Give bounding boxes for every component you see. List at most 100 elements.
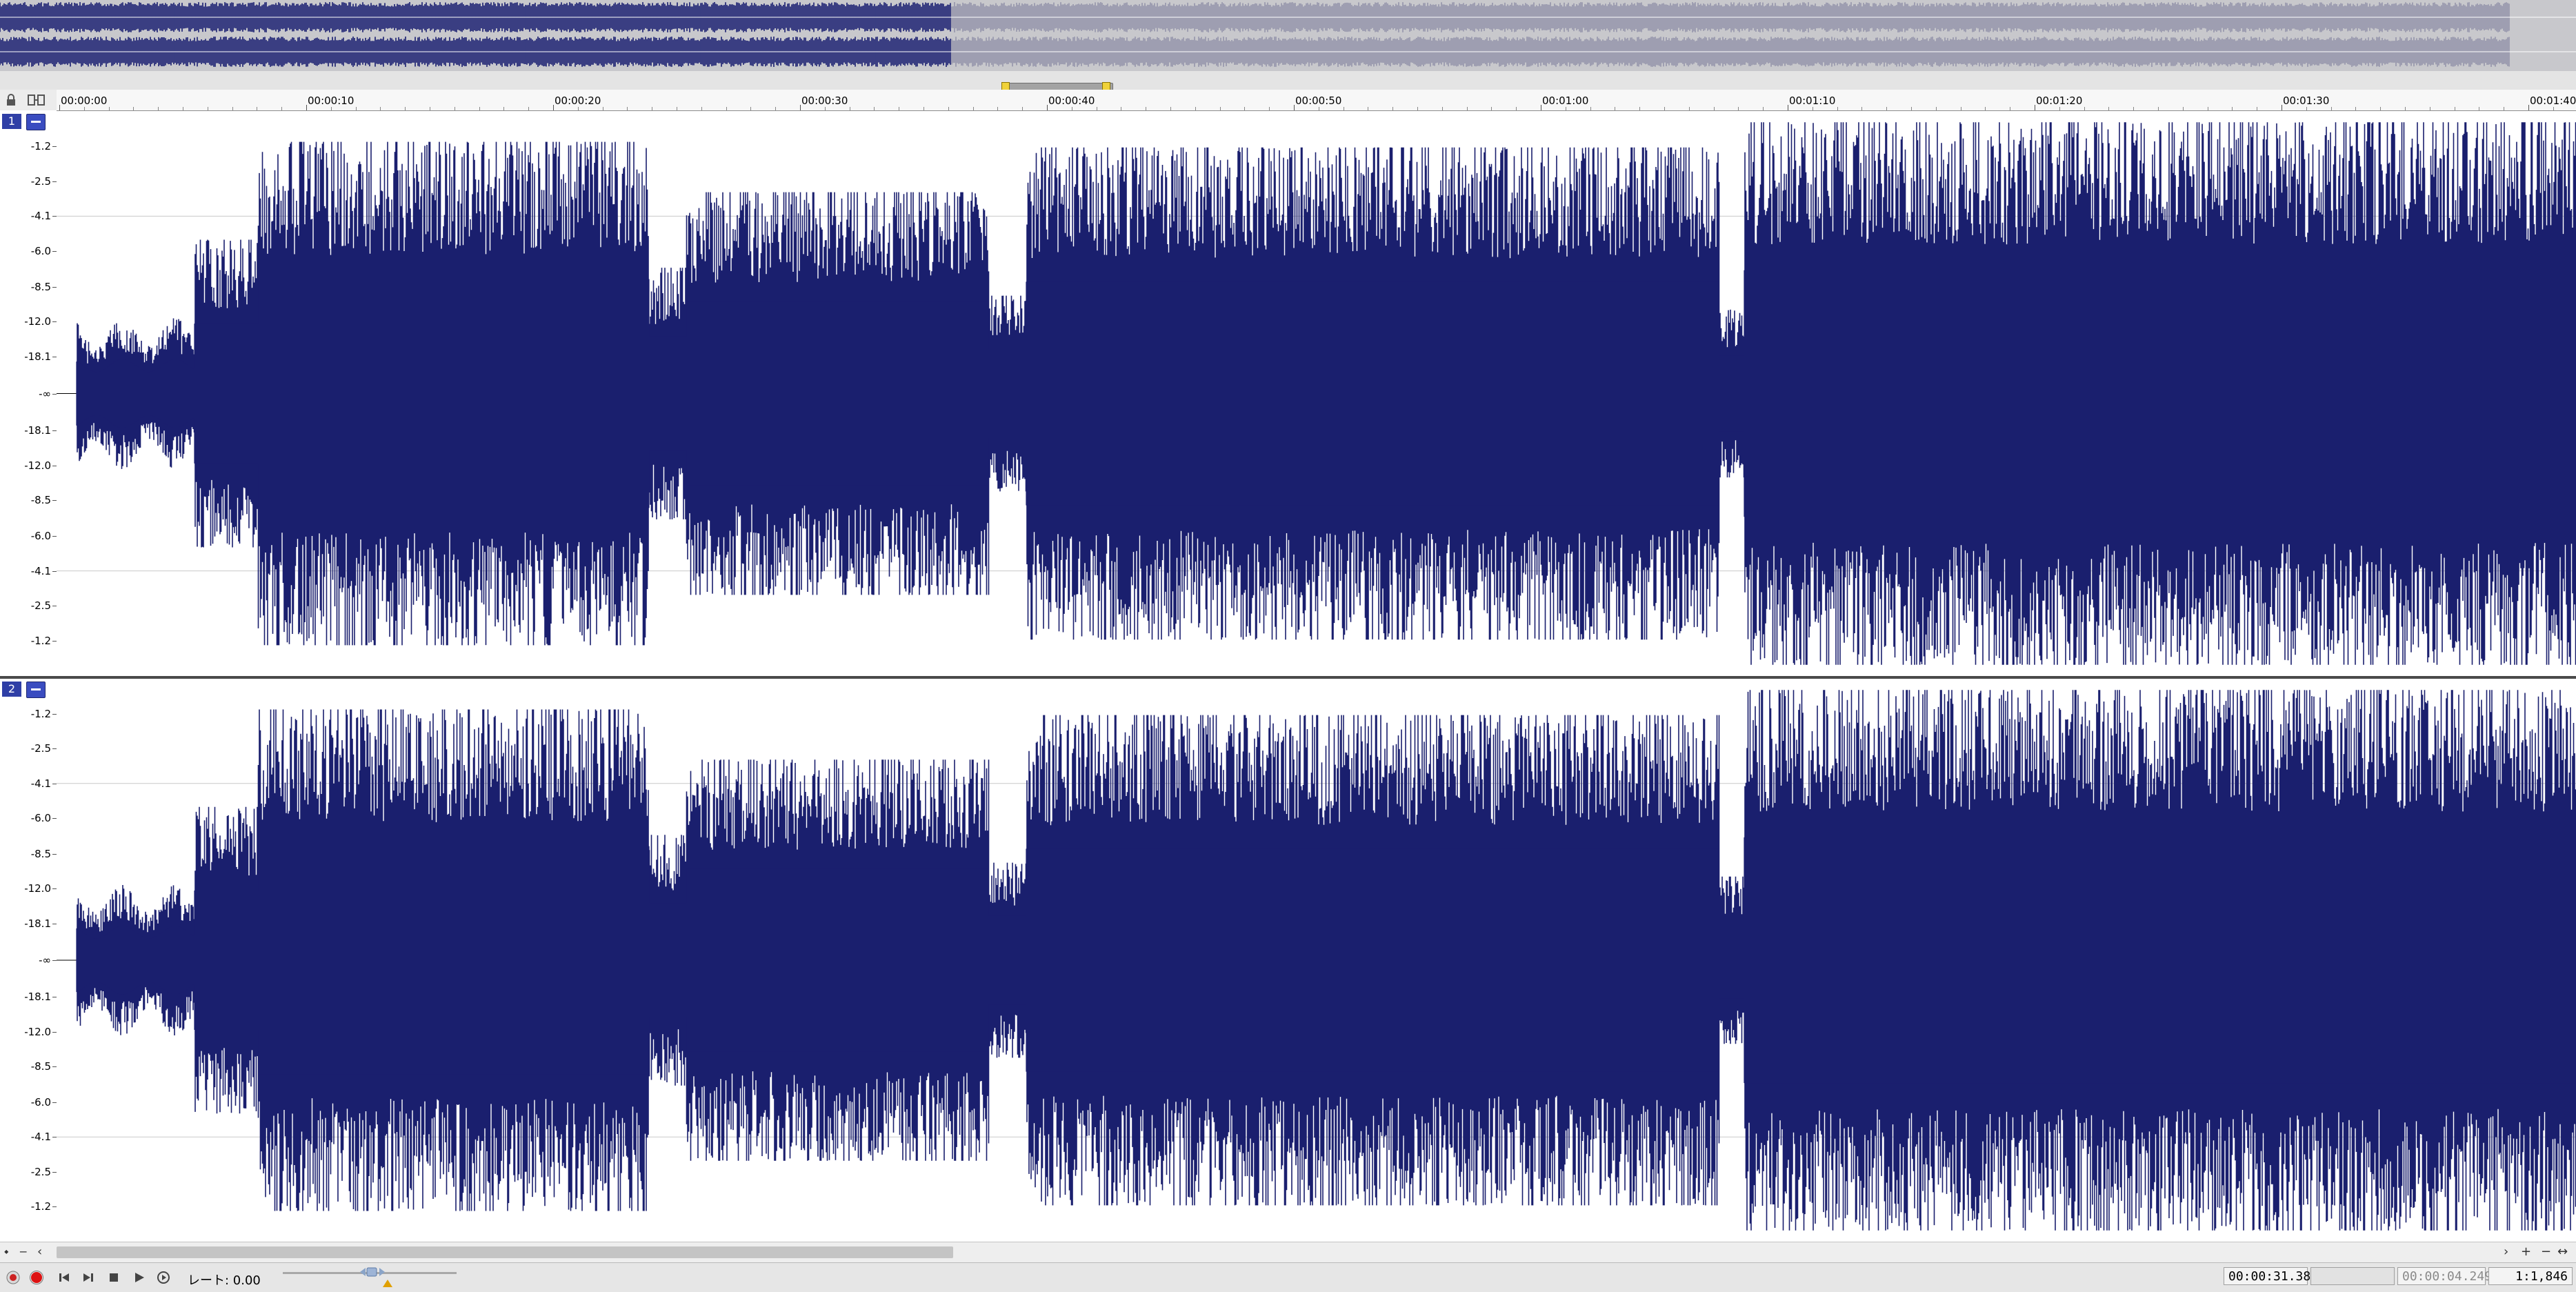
ruler-minor-tick bbox=[1392, 107, 1394, 110]
ruler-minor-tick bbox=[1441, 107, 1443, 110]
ruler-time-label: 00:00:50 bbox=[1295, 95, 1342, 107]
ruler-minor-tick bbox=[1269, 107, 1270, 110]
playback-rate-label: レート: 0.00 bbox=[188, 1273, 261, 1288]
ruler-minor-tick bbox=[1886, 107, 1888, 110]
overview-waveform-graph bbox=[0, 2, 2576, 67]
horizontal-scrollbar-thumb[interactable] bbox=[57, 1246, 953, 1258]
db-scale-label: -1.2 bbox=[30, 1200, 51, 1213]
db-scale-label: -1.2 bbox=[30, 635, 51, 648]
db-scale-label: -4.1 bbox=[30, 564, 51, 577]
channel-2[interactable]: 2 -1.2 -2.5 -4.1 -6.0 -8.5 -12.0 -18.1 -∞ -18.1 -… bbox=[0, 679, 2576, 1242]
ruler-time-label: 00:00:30 bbox=[801, 95, 848, 107]
overview-navigation-bar[interactable] bbox=[0, 71, 2576, 91]
db-scale-label: -2.5 bbox=[30, 1165, 51, 1178]
ruler-minor-tick bbox=[948, 107, 949, 110]
ruler-minor-tick bbox=[1491, 107, 1492, 110]
horizontal-scrollbar[interactable]: ⬩ ‒ ‹ › + − ↔ bbox=[0, 1242, 2576, 1263]
ruler-minor-tick bbox=[2108, 107, 2110, 110]
channel-1-number[interactable]: 1 bbox=[2, 114, 21, 129]
selection-time-display[interactable]: 00:00:04.249 bbox=[2397, 1267, 2492, 1285]
ruler-minor-tick bbox=[503, 107, 505, 110]
db-scale-label: -6.0 bbox=[30, 245, 51, 258]
channel-1[interactable]: 1 -1.2 -2.5 -4.1 -6.0 -8.5 -12.0 -18.1 -∞ -18.1 -… bbox=[0, 111, 2576, 676]
db-scale-label: -∞ bbox=[39, 954, 51, 966]
ruler-time-label: 00:00:40 bbox=[1048, 95, 1095, 107]
ruler-minor-tick bbox=[405, 107, 406, 110]
channel-2-number[interactable]: 2 bbox=[2, 682, 21, 697]
ruler-corner bbox=[0, 90, 57, 110]
ruler-major-tick bbox=[306, 105, 307, 110]
transport-bar: レート: 0.00 00:00:31.381 00:00:04.249 1:1,… bbox=[0, 1262, 2576, 1292]
waveform-core bbox=[76, 837, 2576, 1084]
zoom-fit-icon[interactable]: ↔ bbox=[2557, 1244, 2568, 1259]
loop-play-icon[interactable] bbox=[154, 1269, 172, 1286]
ruler-minor-tick bbox=[1639, 107, 1641, 110]
ruler-minor-tick bbox=[2182, 107, 2184, 110]
ruler-major-tick bbox=[1047, 105, 1048, 110]
ruler-minor-tick bbox=[577, 107, 579, 110]
db-scale-label: -8.5 bbox=[30, 494, 51, 507]
ruler-minor-tick bbox=[1738, 107, 1739, 110]
ruler-minor-tick bbox=[2059, 107, 2060, 110]
db-scale-label: -2.5 bbox=[30, 742, 51, 755]
ruler-minor-tick bbox=[1244, 107, 1246, 110]
waveform-core bbox=[76, 270, 2576, 517]
zoom-in-icon[interactable]: + bbox=[2521, 1244, 2531, 1259]
db-scale-label: -12.0 bbox=[24, 1025, 51, 1038]
zoom-ratio-display[interactable]: 1:1,846 bbox=[2488, 1267, 2573, 1285]
zoom-out-icon[interactable]: − bbox=[2541, 1244, 2551, 1259]
ruler-time-label: 00:00:20 bbox=[555, 95, 601, 107]
ruler-minor-tick bbox=[2380, 107, 2382, 110]
goto-start-icon[interactable] bbox=[55, 1269, 73, 1286]
db-scale-label: -4.1 bbox=[30, 1131, 51, 1144]
db-scale-label: -2.5 bbox=[30, 175, 51, 188]
record-arm-icon[interactable] bbox=[4, 1269, 22, 1286]
ruler-time-label: 00:01:20 bbox=[2036, 95, 2083, 107]
db-scale-label: -8.5 bbox=[30, 1060, 51, 1073]
stop-icon[interactable] bbox=[105, 1269, 123, 1286]
ruler-time-label: 00:01:40 bbox=[2530, 95, 2576, 107]
db-scale-label: -2.5 bbox=[30, 599, 51, 613]
db-scale-label: -12.0 bbox=[24, 459, 51, 472]
ruler-major-tick bbox=[553, 105, 554, 110]
cursor-position-display[interactable]: 00:00:31.381 bbox=[2224, 1267, 2318, 1285]
ruler-minor-tick bbox=[528, 107, 530, 110]
ruler-minor-tick bbox=[874, 107, 875, 110]
ruler-minor-tick bbox=[232, 107, 233, 110]
ruler-minor-tick bbox=[726, 107, 727, 110]
ruler-minor-tick bbox=[1590, 107, 1591, 110]
ruler-minor-tick bbox=[83, 107, 85, 110]
zoom-out-small-icon[interactable]: ⬩ bbox=[4, 1244, 8, 1259]
ruler-minor-tick bbox=[2405, 107, 2406, 110]
ruler-minor-tick bbox=[1861, 107, 1863, 110]
record-icon[interactable] bbox=[28, 1269, 46, 1286]
play-icon[interactable] bbox=[130, 1269, 148, 1286]
lock-icon[interactable] bbox=[6, 93, 17, 110]
db-scale-label: -6.0 bbox=[30, 812, 51, 825]
ruler-minor-tick bbox=[824, 107, 826, 110]
goto-end-icon[interactable] bbox=[79, 1269, 97, 1286]
ruler-minor-tick bbox=[1985, 107, 1986, 110]
ruler-minor-tick bbox=[133, 107, 134, 110]
channel-2-collapse-button[interactable] bbox=[26, 682, 46, 698]
ruler-major-tick bbox=[800, 105, 801, 110]
channel-2-waveform[interactable] bbox=[57, 679, 2576, 1242]
scroll-right-icon[interactable]: › bbox=[2504, 1244, 2508, 1259]
time-ruler[interactable]: 00:00:00 00:00:10 00:00:20 00:00:30 00:00:40… bbox=[57, 90, 2576, 111]
ruler-time-label: 00:00:10 bbox=[308, 95, 355, 107]
ruler-minor-tick bbox=[1170, 107, 1171, 110]
selection-length-display[interactable] bbox=[2310, 1267, 2395, 1285]
overview-waveform[interactable] bbox=[0, 0, 2576, 71]
playback-rate-slider-thumb[interactable] bbox=[359, 1266, 386, 1278]
ruler-minor-tick bbox=[1664, 107, 1665, 110]
ruler-minor-tick bbox=[2306, 107, 2307, 110]
db-scale-label: -4.1 bbox=[30, 210, 51, 223]
ruler-minor-tick bbox=[1022, 107, 1024, 110]
zoom-in-small-icon[interactable]: ‒ bbox=[19, 1244, 27, 1259]
scroll-left-icon[interactable]: ‹ bbox=[37, 1244, 42, 1259]
channel-1-waveform[interactable] bbox=[57, 111, 2576, 676]
ruler-minor-tick bbox=[1417, 107, 1418, 110]
channel-1-collapse-button[interactable] bbox=[26, 114, 46, 130]
snap-icon[interactable] bbox=[28, 93, 46, 110]
ruler-minor-tick bbox=[1195, 107, 1196, 110]
